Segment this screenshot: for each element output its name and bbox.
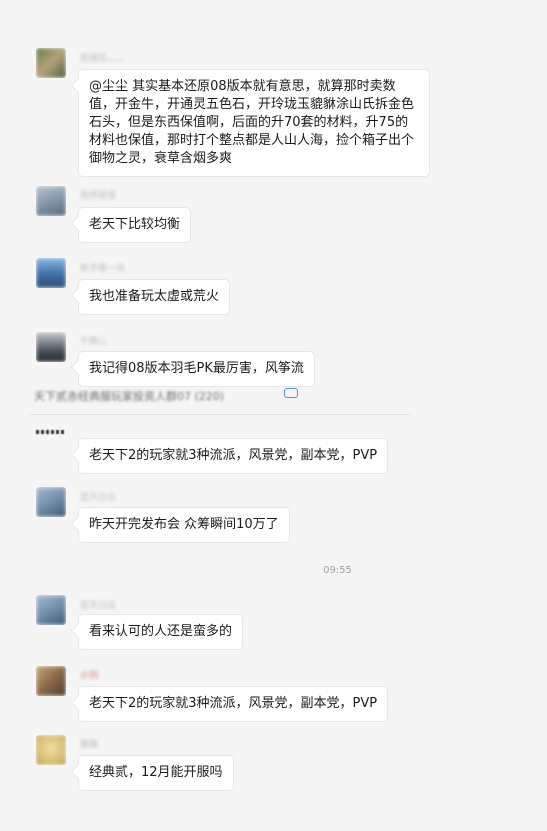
avatar[interactable] [36,332,66,362]
message-bubble[interactable]: @尘尘 其实基本还原08版本就有意思，就算那时卖数值，开金牛，开通灵五色石，开玲… [78,69,430,177]
avatar[interactable] [36,258,66,288]
sender-name: 小刘 [80,671,99,681]
message-bubble[interactable]: 我也准备玩太虚或荒火 [78,279,231,315]
avatar[interactable] [36,487,66,517]
avatar[interactable] [36,595,66,625]
sender-name: 猫猫 [80,740,99,750]
sender-name: 管理员。。。。 [80,54,130,64]
group-share-bar[interactable]: 天下贰赤经典服玩家投资人群07 (220) [30,380,410,415]
message-bubble[interactable]: 昨天开完发布会 众筹瞬间10万了 [78,507,290,543]
timestamp: 09:55 [323,565,352,576]
sender-name: 蓝天白云 [80,493,117,503]
avatar[interactable] [36,735,66,765]
avatar [36,430,66,434]
chat-bubble-icon[interactable] [284,388,298,398]
avatar[interactable] [36,666,66,696]
group-share-title: 天下贰赤经典服玩家投资人群07 (220) [34,390,225,403]
sender-name: 新手哪一找 [80,264,126,274]
avatar[interactable] [36,186,66,216]
avatar[interactable] [36,48,66,78]
message-bubble[interactable]: 老天下比较均衡 [78,207,192,243]
sender-name: 不期心 [80,337,108,347]
message-bubble[interactable]: 经典贰，12月能开服吗 [78,755,234,791]
message-bubble[interactable]: 看来认可的人还是蛮多的 [78,614,244,650]
sender-name: 南师是我 [80,191,117,201]
message-bubble[interactable]: 老天下2的玩家就3种流派，风景党，副本党，PVP [78,438,389,474]
message-bubble[interactable]: 老天下2的玩家就3种流派，风景党，副本党，PVP [78,686,389,722]
sender-name: 蓝天白云 [80,601,117,611]
